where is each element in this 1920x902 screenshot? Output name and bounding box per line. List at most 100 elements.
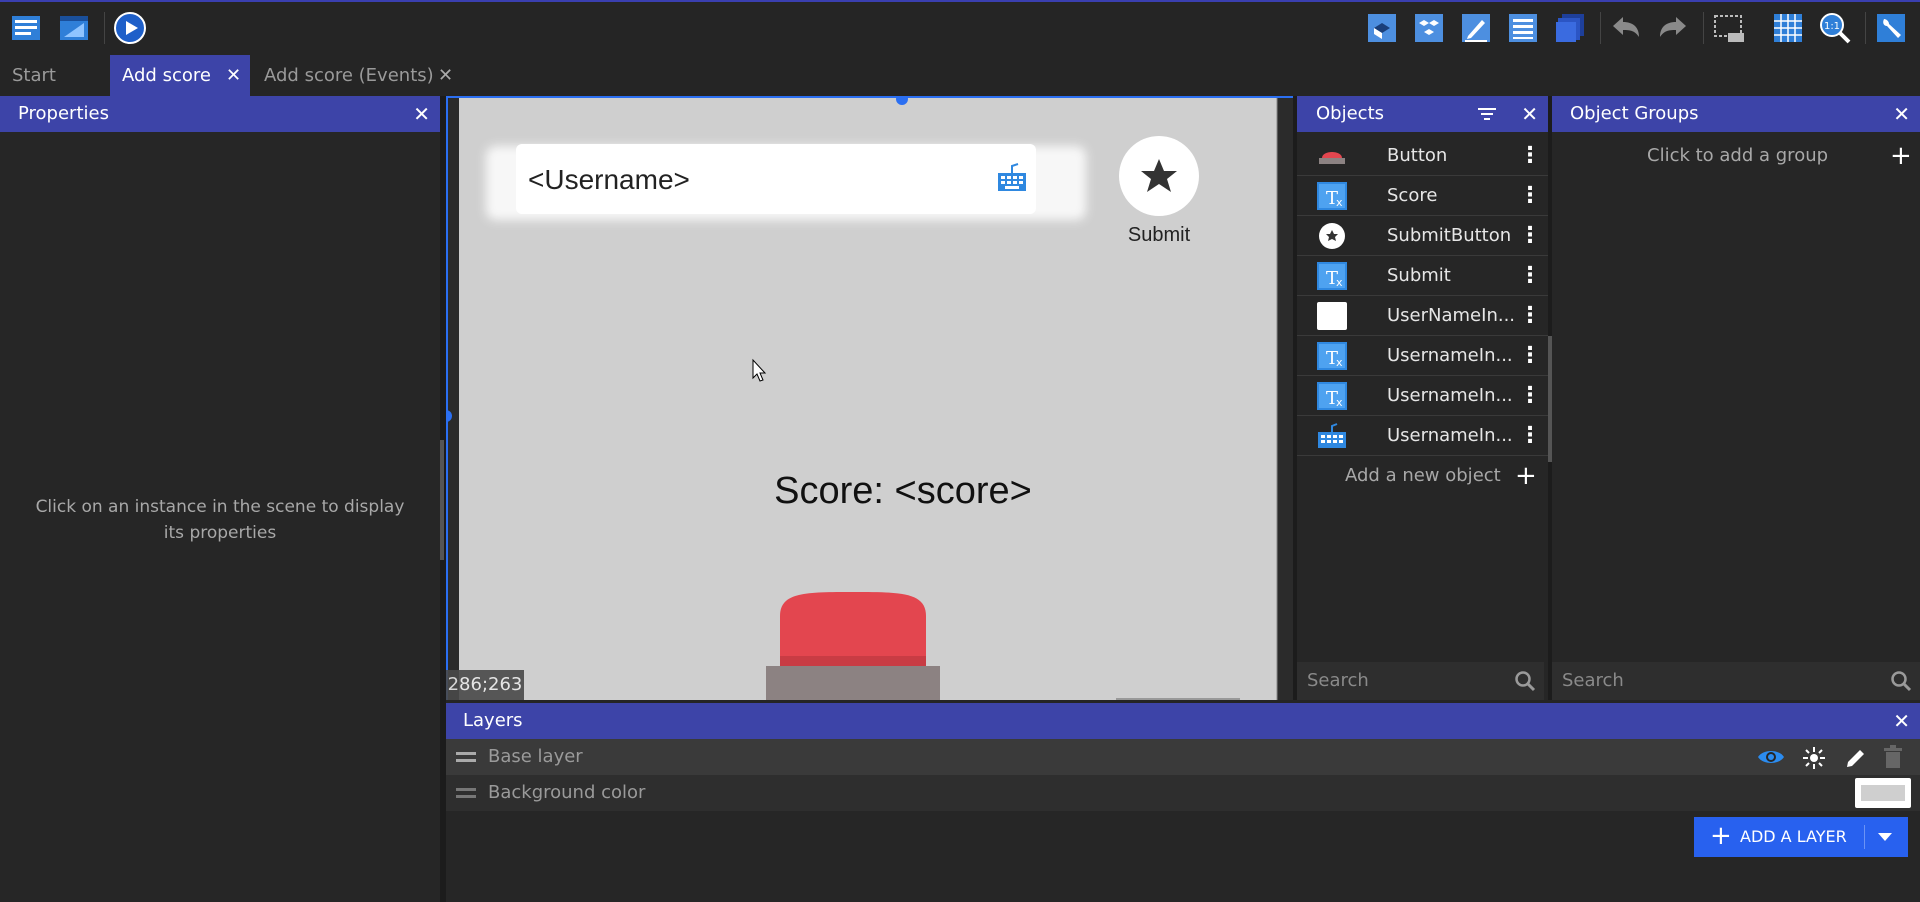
preview-play-icon[interactable] (112, 10, 148, 46)
search-icon[interactable] (1514, 670, 1536, 692)
toolbar-separator (1600, 12, 1601, 44)
panel-title: Properties (18, 103, 109, 124)
object-name: UsernameIn... (1387, 385, 1513, 406)
add-instance-icon[interactable] (1364, 10, 1400, 46)
object-name: SubmitButton (1387, 225, 1512, 246)
project-manager-icon[interactable] (8, 10, 44, 46)
text-object-icon: Tx (1317, 182, 1347, 210)
more-options-icon[interactable]: ⋮ (1519, 296, 1541, 336)
layers-icon[interactable] (1552, 10, 1588, 46)
drag-handle-icon[interactable] (456, 752, 476, 762)
object-name: UsernameIn... (1387, 345, 1513, 366)
plus-icon: + (1890, 141, 1912, 171)
more-options-icon[interactable]: ⋮ (1519, 376, 1541, 416)
background-color-swatch[interactable] (1855, 778, 1911, 808)
object-item-button[interactable]: Button ⋮ (1297, 136, 1548, 176)
cursor-coordinates: 286;263 (446, 670, 524, 700)
object-item-usernameinput-text[interactable]: Tx UsernameIn... ⋮ (1297, 336, 1548, 376)
panel-title: Objects (1316, 103, 1385, 124)
zoom-reset-icon[interactable]: 1:1 (1817, 10, 1853, 46)
delete-trash-icon[interactable] (1882, 745, 1904, 769)
object-item-score[interactable]: Tx Score ⋮ (1297, 176, 1548, 216)
lighting-icon[interactable] (1802, 746, 1826, 770)
svg-text:x: x (1336, 196, 1343, 209)
text-object-icon: Tx (1317, 342, 1347, 370)
svg-text:1:1: 1:1 (1824, 21, 1840, 32)
visibility-eye-icon[interactable] (1757, 747, 1785, 767)
text-object-icon: Tx (1317, 262, 1347, 290)
red-button-object[interactable] (766, 592, 940, 700)
add-new-object-button[interactable]: Add a new object + (1297, 456, 1548, 496)
selection-tool-icon[interactable] (1711, 10, 1747, 46)
groups-search-input[interactable]: Search (1552, 662, 1920, 700)
svg-text:x: x (1336, 276, 1343, 289)
tab-close-icon[interactable]: ✕ (438, 55, 453, 96)
objects-search-input[interactable]: Search (1297, 662, 1544, 700)
object-item-submit[interactable]: Tx Submit ⋮ (1297, 256, 1548, 296)
scene-canvas-svg[interactable]: <Username> Submit Score: <score> (446, 96, 1293, 700)
more-options-icon[interactable]: ⋮ (1519, 216, 1541, 256)
close-icon[interactable]: ✕ (413, 96, 430, 132)
filter-icon[interactable] (1478, 106, 1496, 122)
submit-label: Submit (1128, 224, 1191, 246)
chevron-down-icon[interactable] (1878, 833, 1892, 841)
object-groups-panel (1552, 132, 1920, 700)
star-circle-icon (1319, 223, 1345, 249)
toolbar-separator (1703, 12, 1704, 44)
search-placeholder: Search (1307, 670, 1369, 691)
layer-row-base[interactable]: Base layer (446, 739, 1920, 775)
redo-icon[interactable] (1655, 10, 1691, 46)
plus-icon: + (1515, 461, 1537, 491)
scene-editor-icon[interactable] (56, 10, 92, 46)
selection-handle[interactable] (446, 410, 452, 422)
username-placeholder-text: <Username> (528, 164, 690, 195)
instances-list-icon[interactable] (1505, 10, 1541, 46)
search-placeholder: Search (1562, 670, 1624, 691)
object-item-usernameinput-keyboard[interactable]: UsernameIn... ⋮ (1297, 416, 1548, 456)
more-options-icon[interactable]: ⋮ (1519, 136, 1541, 176)
close-icon[interactable]: ✕ (1893, 96, 1910, 132)
layer-name: Background color (488, 782, 646, 803)
more-options-icon[interactable]: ⋮ (1519, 336, 1541, 376)
object-item-submitbutton[interactable]: SubmitButton ⋮ (1297, 216, 1548, 256)
add-group-button[interactable]: Click to add a group + (1552, 136, 1920, 176)
close-icon[interactable]: ✕ (1893, 703, 1910, 739)
more-options-icon[interactable]: ⋮ (1519, 256, 1541, 296)
search-icon[interactable] (1890, 670, 1912, 692)
object-item-usernameinput[interactable]: UserNameIn... ⋮ (1297, 296, 1548, 336)
object-name: UsernameIn... (1387, 425, 1513, 446)
layer-name: Base layer (488, 746, 583, 767)
add-object-label: Add a new object (1345, 465, 1501, 486)
add-group-label: Click to add a group (1647, 145, 1829, 166)
svg-text:x: x (1336, 396, 1343, 409)
properties-panel-header: Properties ✕ (0, 96, 440, 132)
score-text: Score: <score> (774, 470, 1032, 512)
more-options-icon[interactable]: ⋮ (1519, 176, 1541, 216)
properties-edit-icon[interactable] (1458, 10, 1494, 46)
add-layer-button[interactable]: + ADD A LAYER (1694, 817, 1908, 857)
tab-close-icon[interactable]: ✕ (226, 55, 241, 96)
panel-title: Layers (463, 710, 523, 731)
grid-icon[interactable] (1770, 10, 1806, 46)
close-icon[interactable]: ✕ (1521, 96, 1538, 132)
object-groups-panel-header: Object Groups ✕ (1552, 96, 1920, 132)
button-icon (1319, 152, 1345, 164)
splitter-handle[interactable] (440, 440, 444, 560)
tab-start-page[interactable]: Start Page (0, 55, 110, 127)
svg-text:x: x (1336, 356, 1343, 369)
edit-pencil-icon[interactable] (1844, 746, 1868, 770)
more-options-icon[interactable]: ⋮ (1519, 416, 1541, 456)
drag-handle-icon (456, 788, 476, 798)
layer-row-background-color[interactable]: Background color (446, 775, 1920, 811)
plus-icon: + (1710, 821, 1732, 851)
scene-settings-wrench-icon[interactable] (1873, 10, 1909, 46)
keyboard-icon (1318, 423, 1346, 448)
scene-view[interactable]: <Username> Submit Score: <score> (446, 96, 1293, 700)
main-toolbar: 1:1 (0, 0, 1920, 55)
object-name: Button (1387, 145, 1448, 166)
object-item-usernameinput-text[interactable]: Tx UsernameIn... ⋮ (1297, 376, 1548, 416)
object-name: UserNameIn... (1387, 305, 1516, 326)
tab-add-score-events[interactable]: Add score (Events) (252, 55, 452, 96)
object-groups-icon[interactable] (1411, 10, 1447, 46)
undo-icon[interactable] (1608, 10, 1644, 46)
